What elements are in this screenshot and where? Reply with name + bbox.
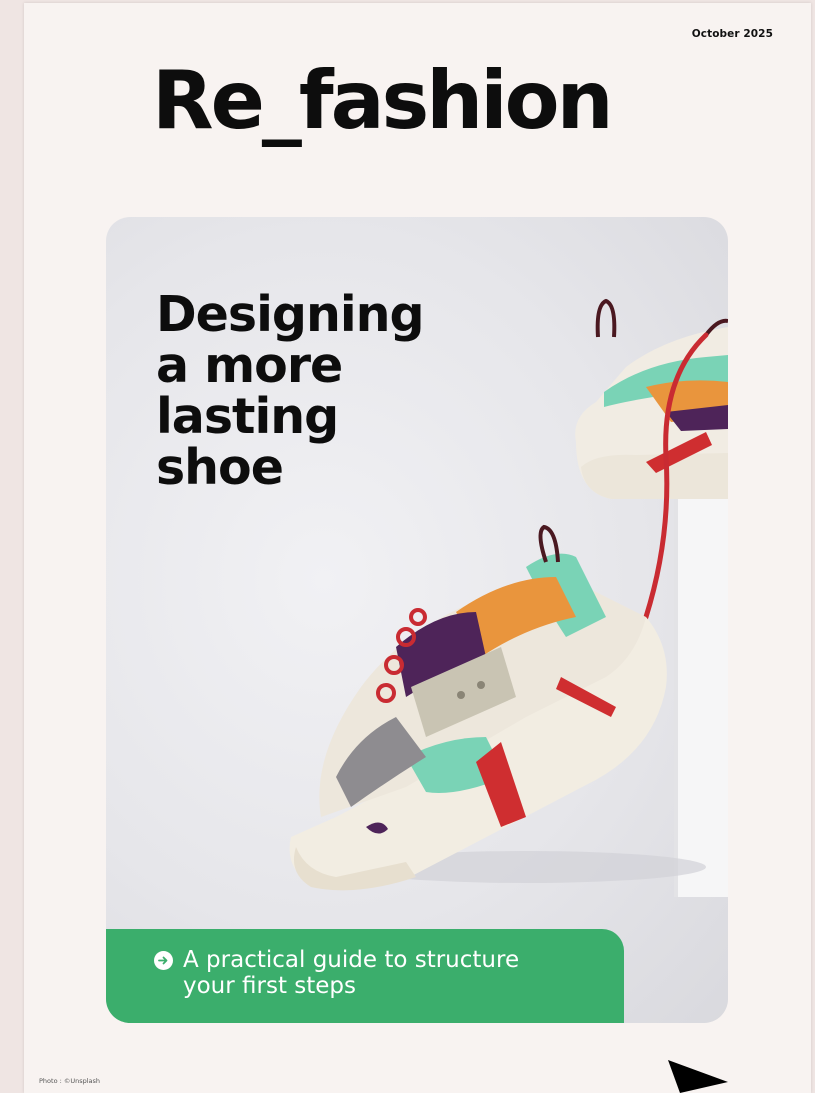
issue-date: October 2025 — [691, 28, 773, 40]
photo-credit: Photo : ©Unsplash — [39, 1077, 101, 1085]
top-sneaker — [575, 298, 728, 499]
arrow-right-circle-icon — [154, 951, 173, 970]
brand-logo: Re_fashion — [152, 54, 614, 147]
callout-line: your first steps — [183, 973, 357, 999]
guide-callout-banner[interactable]: A practical guide to structure your firs… — [106, 929, 624, 1023]
main-sneaker — [289, 524, 667, 891]
headline-line: shoe — [156, 439, 284, 496]
headline: Designing a more lasting shoe — [156, 286, 425, 496]
callout-text: A practical guide to structure your firs… — [183, 947, 519, 999]
headline-line: Designing — [156, 286, 425, 343]
hero-image-panel: Designing a more lasting shoe A practica… — [106, 217, 728, 1023]
mouse-pointer-icon — [668, 1060, 728, 1093]
headline-line: a more — [156, 337, 343, 394]
headline-line: lasting — [156, 388, 339, 445]
magazine-cover-page: October 2025 Re_fashion Designing a more… — [24, 3, 811, 1093]
callout-line: A practical guide to structure — [183, 947, 520, 973]
